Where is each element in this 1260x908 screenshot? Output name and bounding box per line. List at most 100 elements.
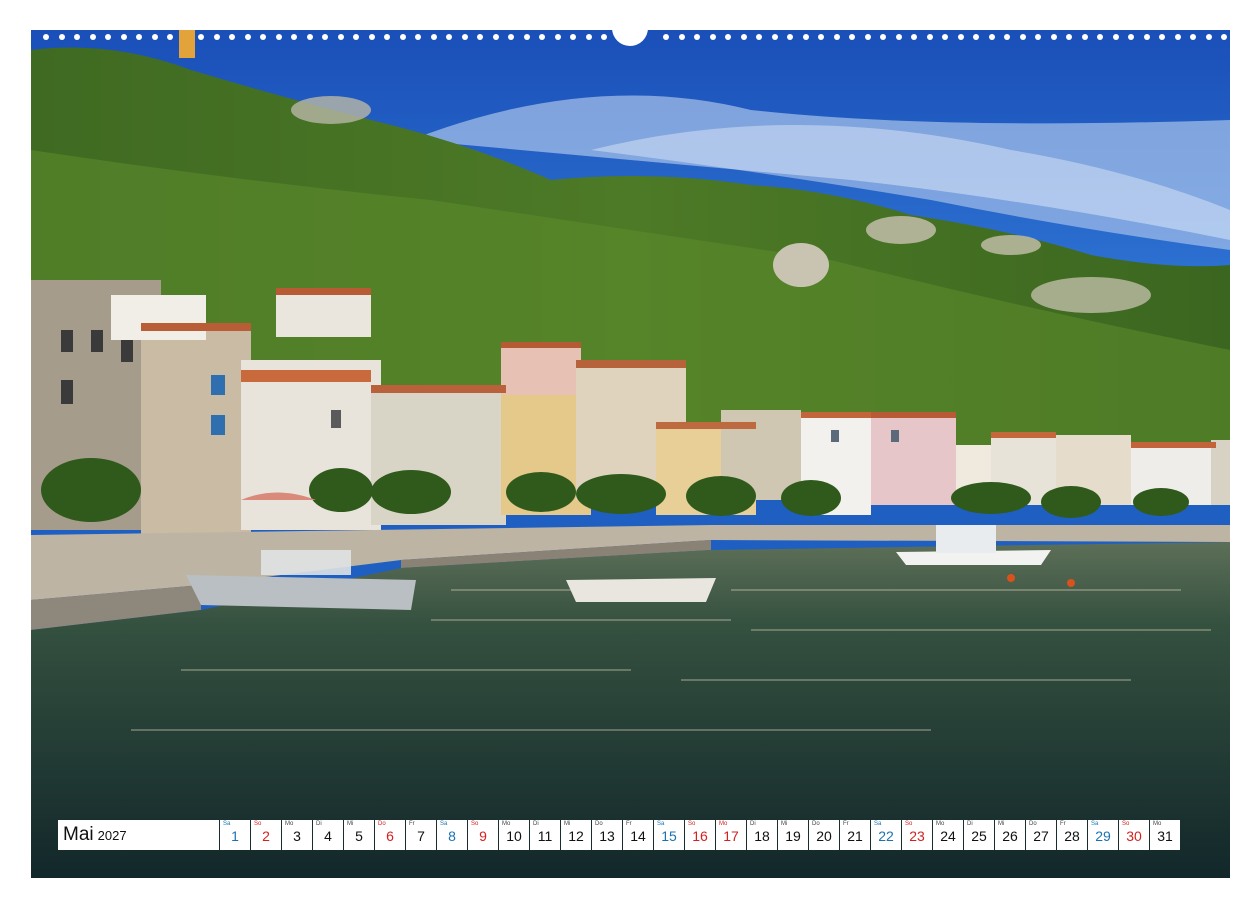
day-number: 12: [568, 828, 584, 844]
day-number: 19: [785, 828, 801, 844]
binding-hole: [926, 34, 933, 40]
day-cell: Di 11: [530, 820, 560, 850]
day-cell: Di 18: [747, 820, 777, 850]
day-cell: Do 27: [1026, 820, 1056, 850]
harbor-scene-illustration: [31, 30, 1230, 878]
day-number: 18: [754, 828, 770, 844]
binding-hole: [725, 34, 731, 40]
binding-hole: [1066, 34, 1072, 40]
binding-hole: [1159, 34, 1165, 40]
day-number: 17: [723, 828, 739, 844]
binding-tab: [179, 30, 195, 58]
binding-hole: [291, 34, 297, 40]
binding-hole: [58, 34, 65, 40]
day-cell: Fr 21: [840, 820, 870, 850]
day-of-week: Do: [595, 821, 603, 827]
rock-outcrop: [773, 243, 829, 287]
day-number: 4: [324, 828, 332, 844]
binding-hole: [399, 34, 406, 40]
binding-hole: [554, 34, 561, 40]
day-of-week: Mo: [1153, 821, 1162, 827]
binding-hole: [229, 34, 235, 40]
day-cell: Mi 19: [778, 820, 808, 850]
rock-outcrop: [1031, 277, 1151, 313]
day-number: 25: [971, 828, 987, 844]
day-of-week: Sa: [657, 821, 665, 827]
binding-hole: [306, 34, 313, 40]
binding-hole: [833, 34, 840, 40]
day-number: 27: [1033, 828, 1049, 844]
year-label: 2027: [97, 828, 127, 843]
binding-hole: [570, 34, 576, 40]
day-number: 11: [537, 828, 553, 844]
binding-hole: [585, 34, 592, 40]
binding-hole: [244, 34, 251, 40]
day-number: 1: [231, 828, 239, 844]
binding-hole: [1035, 34, 1041, 40]
day-of-week: So: [471, 821, 479, 827]
day-number: 9: [479, 828, 487, 844]
binding-hole: [864, 34, 871, 40]
binding-hole: [136, 34, 142, 40]
day-of-week: Mi: [998, 821, 1005, 827]
day-of-week: Do: [812, 821, 820, 827]
binding-hole: [1221, 34, 1227, 40]
binding-hole: [275, 34, 282, 40]
rock-outcrop: [866, 216, 936, 244]
calendar-page: Mai 2027 Sa 1 So 2 Mo 3 Di 4 Mi 5 Do 6 Fr 7 Sa 8 So 9 Mo 10 D…: [0, 0, 1260, 908]
binding-hole: [1174, 34, 1181, 40]
binding-hole: [461, 34, 468, 40]
binding-hole: [880, 34, 886, 40]
binding-hole: [601, 34, 607, 40]
day-cell: Di 25: [964, 820, 994, 850]
binding-hole: [942, 34, 948, 40]
day-number: 28: [1064, 828, 1080, 844]
day-cell: Mo 31: [1150, 820, 1180, 850]
binding-hole: [1190, 34, 1196, 40]
day-number: 10: [506, 828, 522, 844]
binding-hole: [802, 34, 809, 40]
day-cell: So 30: [1119, 820, 1149, 850]
calendar-strip: Mai 2027 Sa 1 So 2 Mo 3 Di 4 Mi 5 Do 6 Fr 7 Sa 8 So 9 Mo 10 D…: [58, 820, 1180, 850]
day-of-week: Sa: [1091, 821, 1099, 827]
day-cell: Mo 3: [282, 820, 312, 850]
binding-hole: [1097, 34, 1103, 40]
day-of-week: Fr: [1060, 821, 1066, 827]
day-of-week: So: [905, 821, 913, 827]
binding-hole: [539, 34, 545, 40]
day-of-week: Mo: [285, 821, 294, 827]
rock-outcrop: [981, 235, 1041, 255]
binding-hole: [895, 34, 902, 40]
binding-hole: [709, 34, 716, 40]
day-number: 5: [355, 828, 363, 844]
binding-hole: [1128, 34, 1134, 40]
day-of-week: Di: [967, 821, 973, 827]
day-cell: Mi 26: [995, 820, 1025, 850]
binding-hole: [198, 34, 204, 40]
day-number: 24: [940, 828, 956, 844]
day-number: 2: [262, 828, 270, 844]
day-number: 31: [1157, 828, 1173, 844]
day-cell: Fr 7: [406, 820, 436, 850]
day-of-week: Fr: [626, 821, 632, 827]
day-cell: Mo 17: [716, 820, 746, 850]
binding-hole: [771, 34, 778, 40]
day-number: 3: [293, 828, 301, 844]
day-cell: Mi 5: [344, 820, 374, 850]
day-number: 30: [1126, 828, 1142, 844]
binding-hole: [384, 34, 390, 40]
binding-hole: [353, 34, 359, 40]
day-cell: Mo 10: [499, 820, 529, 850]
day-of-week: Sa: [223, 821, 231, 827]
binding-hole: [74, 34, 80, 40]
binding-hole: [849, 34, 855, 40]
day-cell: Sa 8: [437, 820, 467, 850]
day-cell: So 9: [468, 820, 498, 850]
binding-hole: [322, 34, 328, 40]
day-of-week: Sa: [874, 821, 882, 827]
day-cell: So 23: [902, 820, 932, 850]
binding-hole: [213, 34, 220, 40]
binding-hole: [1019, 34, 1026, 40]
binding-hole: [120, 34, 127, 40]
day-of-week: Mi: [781, 821, 788, 827]
